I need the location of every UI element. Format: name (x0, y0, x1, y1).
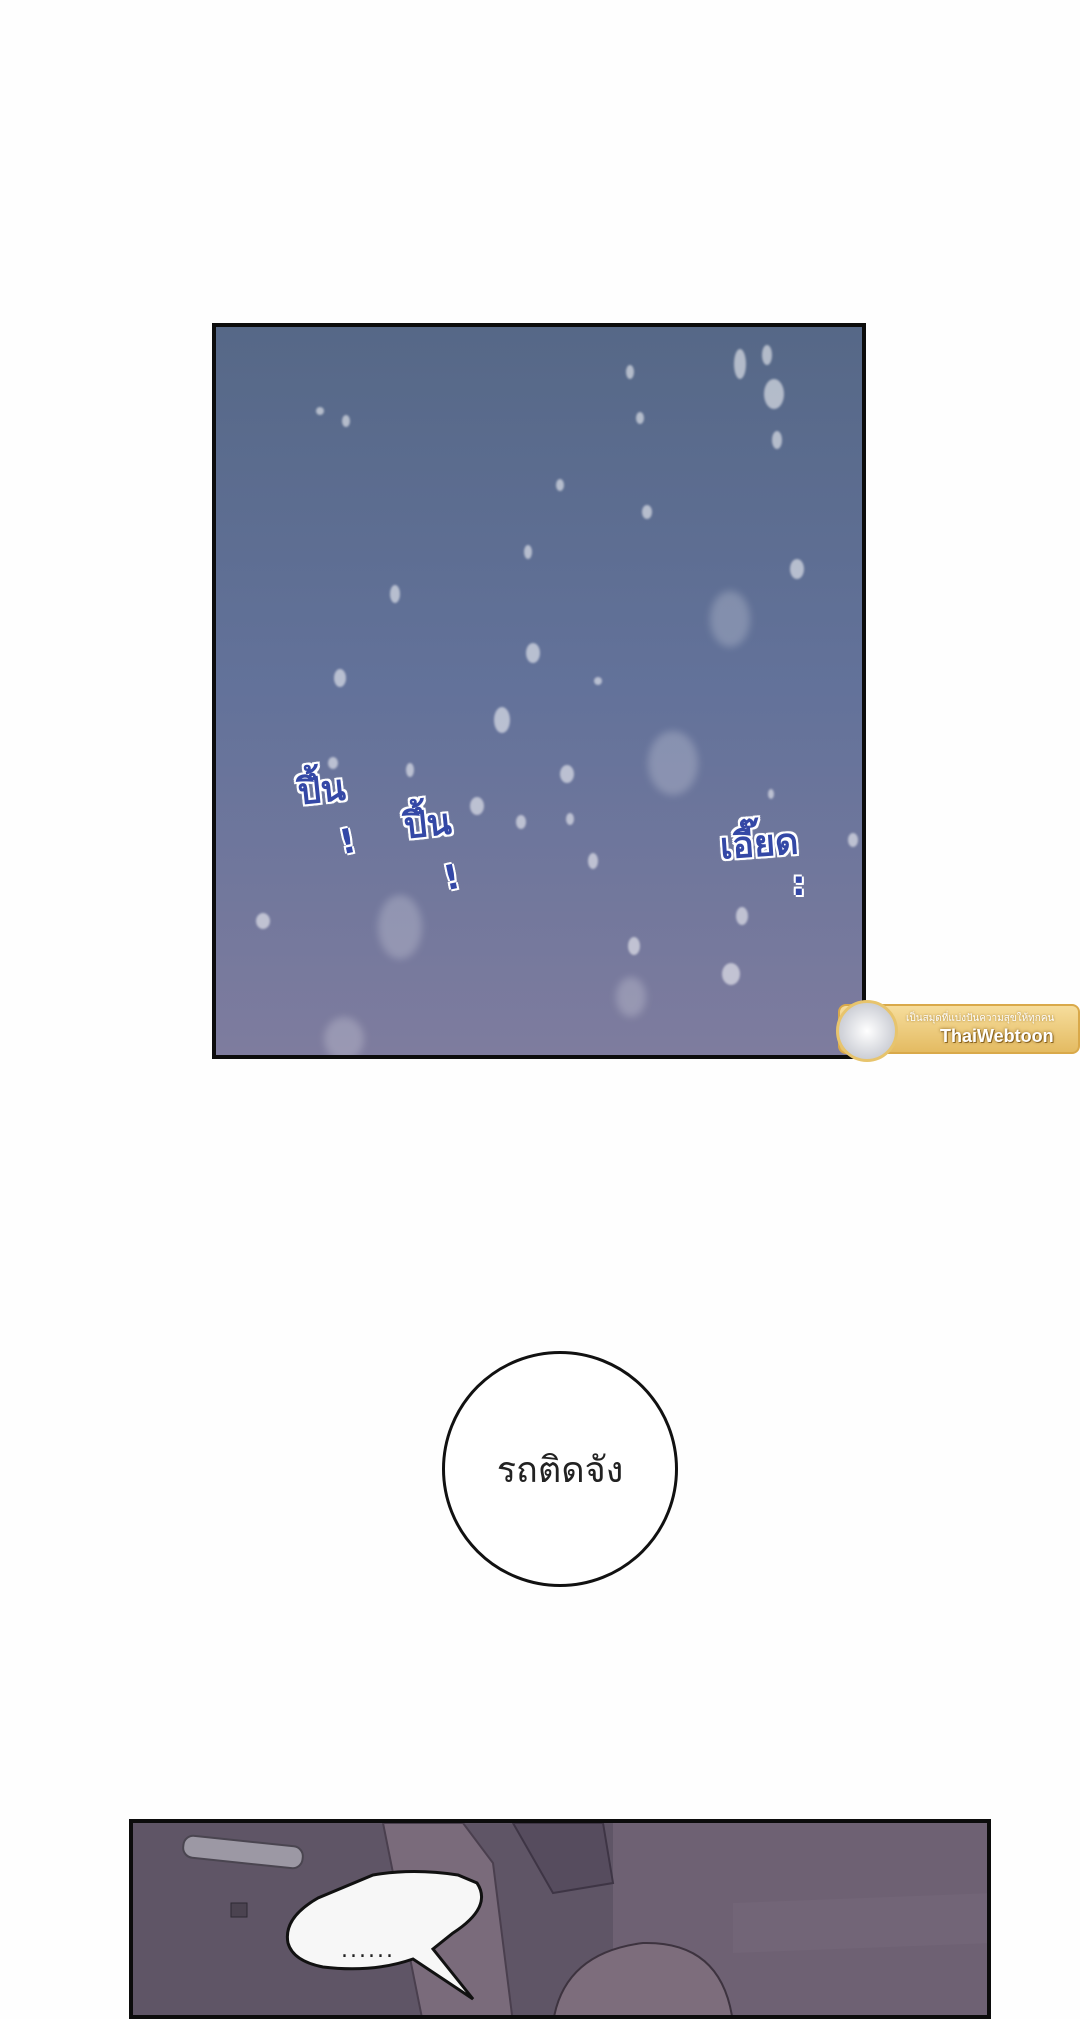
thaiwebtoon-watermark: เป็นสมุดที่แบ่งปันความสุขให้ทุกคน ThaiWe… (836, 1000, 1080, 1062)
snowflake (378, 895, 422, 959)
watermark-name: ThaiWebtoon (940, 1026, 1054, 1046)
speech-bubble: รถติดจัง (442, 1351, 678, 1587)
sfx-screech: เอี๊ยด (718, 821, 800, 868)
sfx-thud-middle-mark: ! (440, 856, 464, 900)
snowflake (256, 913, 270, 929)
snowflake (588, 853, 598, 869)
snowflake (316, 407, 324, 415)
snowflake (342, 415, 350, 427)
watermark-logo-icon (836, 1000, 898, 1062)
snowflake (736, 907, 748, 925)
snowflake (848, 833, 858, 847)
snowflake (722, 963, 740, 985)
snowflake (556, 479, 564, 491)
snowflake (648, 731, 698, 795)
car-interior-art (133, 1823, 987, 2015)
snowflake (790, 559, 804, 579)
snowflake (764, 379, 784, 409)
snow-panel: ปึ้น ! ปึ้น ! เอี๊ยด : (212, 323, 866, 1059)
snowflake (324, 1017, 364, 1055)
speech-bubble-text: รถติดจัง (496, 1449, 624, 1491)
snowflake (494, 707, 510, 733)
sfx-screech-mark: : (792, 864, 806, 904)
snowflake (390, 585, 400, 603)
car-interior-panel (129, 1819, 991, 2019)
sfx-thud-left: ปึ้น (295, 767, 348, 814)
snowflake (762, 345, 772, 365)
snowflake (526, 643, 540, 663)
snowflake (328, 757, 338, 769)
watermark-tagline: เป็นสมุดที่แบ่งปันความสุขให้ทุกคน (906, 1013, 1055, 1024)
snowflake (406, 763, 414, 777)
snowflake (642, 505, 652, 519)
snowflake (636, 412, 644, 424)
snowflake (768, 789, 774, 799)
snowflake (524, 545, 532, 559)
car-bubble-text: ...... (341, 1938, 395, 1963)
snowflake (628, 937, 640, 955)
snowflake (334, 669, 346, 687)
snowflake (560, 765, 574, 783)
sfx-thud-middle: ปึ้น (401, 801, 454, 848)
snowflake (626, 365, 634, 379)
snowflake (594, 677, 602, 685)
snowflake (566, 813, 574, 825)
snowflake (470, 797, 484, 815)
snowflake (516, 815, 526, 829)
snowflake (616, 977, 646, 1017)
snowflake (710, 591, 750, 647)
sfx-thud-left-mark: ! (336, 820, 360, 864)
snowflake (734, 349, 746, 379)
snowflake (772, 431, 782, 449)
